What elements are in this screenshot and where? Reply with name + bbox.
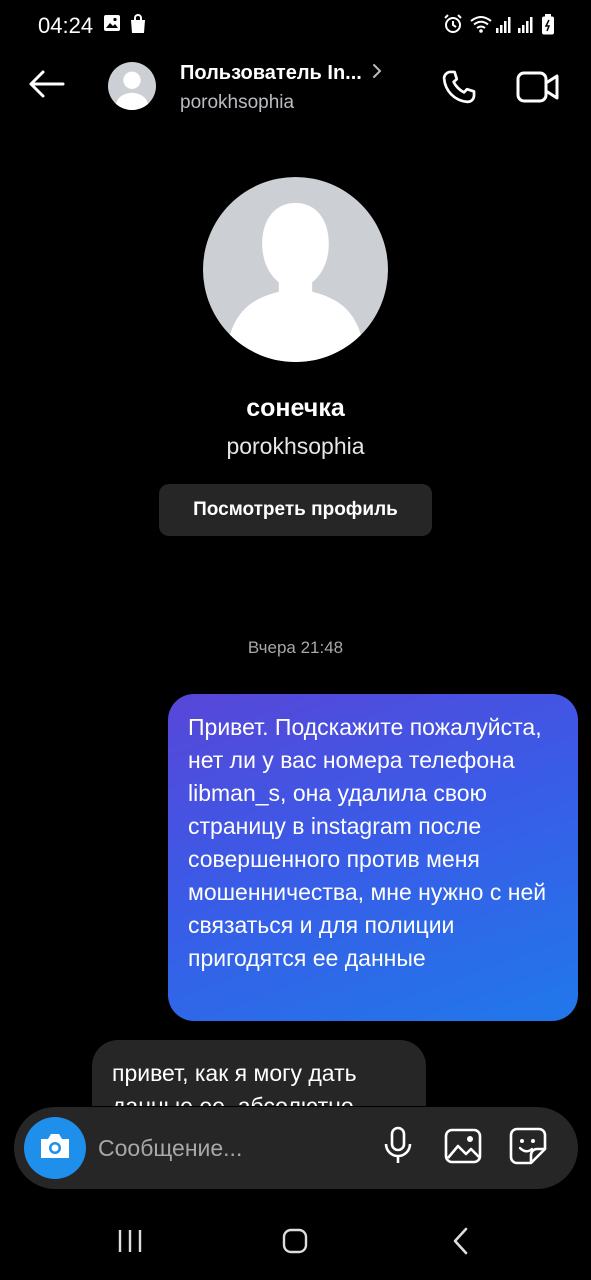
gallery-icon [103, 14, 121, 37]
profile-username: porokhsophia [226, 433, 365, 459]
nav-recents-button[interactable] [113, 1226, 147, 1260]
image-icon [444, 1128, 482, 1169]
chevron-right-icon [372, 63, 382, 84]
home-icon [281, 1227, 309, 1260]
video-camera-icon [516, 69, 560, 110]
camera-button[interactable] [24, 1117, 86, 1179]
battery-icon [541, 14, 555, 41]
view-profile-button[interactable]: Посмотреть профиль [159, 484, 432, 536]
recents-icon [116, 1228, 144, 1259]
message-incoming[interactable]: привет, как я могу дать данные ее, абсол… [92, 1040, 426, 1106]
profile-avatar[interactable] [203, 177, 388, 362]
back-arrow-icon [27, 69, 65, 104]
phone-icon [440, 68, 478, 111]
avatar[interactable] [108, 62, 156, 110]
video-call-button[interactable] [512, 64, 564, 114]
back-button[interactable] [22, 62, 70, 110]
signal-icon [496, 14, 512, 39]
nav-back-button[interactable] [444, 1226, 478, 1260]
message-input[interactable] [98, 1128, 368, 1168]
date-separator: Вчера 21:48 [247, 638, 344, 657]
chat-title-link[interactable]: Пользователь In... [180, 62, 382, 85]
chat-title: Пользователь In... [180, 62, 362, 84]
shopping-bag-icon [129, 14, 147, 39]
back-chevron-icon [451, 1226, 471, 1261]
call-button[interactable] [434, 64, 484, 114]
camera-icon [38, 1131, 72, 1166]
gallery-button[interactable] [440, 1124, 486, 1172]
microphone-button[interactable] [377, 1124, 419, 1172]
signal-icon [518, 14, 534, 39]
wifi-icon [469, 14, 493, 39]
nav-home-button[interactable] [278, 1226, 312, 1260]
sticker-button[interactable] [505, 1124, 551, 1172]
chat-subtitle: porokhsophia [180, 92, 295, 113]
alarm-icon [443, 14, 463, 39]
status-time: 04:24 [38, 13, 94, 38]
profile-name: сонечка [246, 394, 345, 422]
microphone-icon [383, 1126, 413, 1171]
message-outgoing[interactable]: Привет. Подскажите пожалуйста, нет ли у … [168, 694, 578, 1021]
sticker-icon [509, 1127, 547, 1170]
